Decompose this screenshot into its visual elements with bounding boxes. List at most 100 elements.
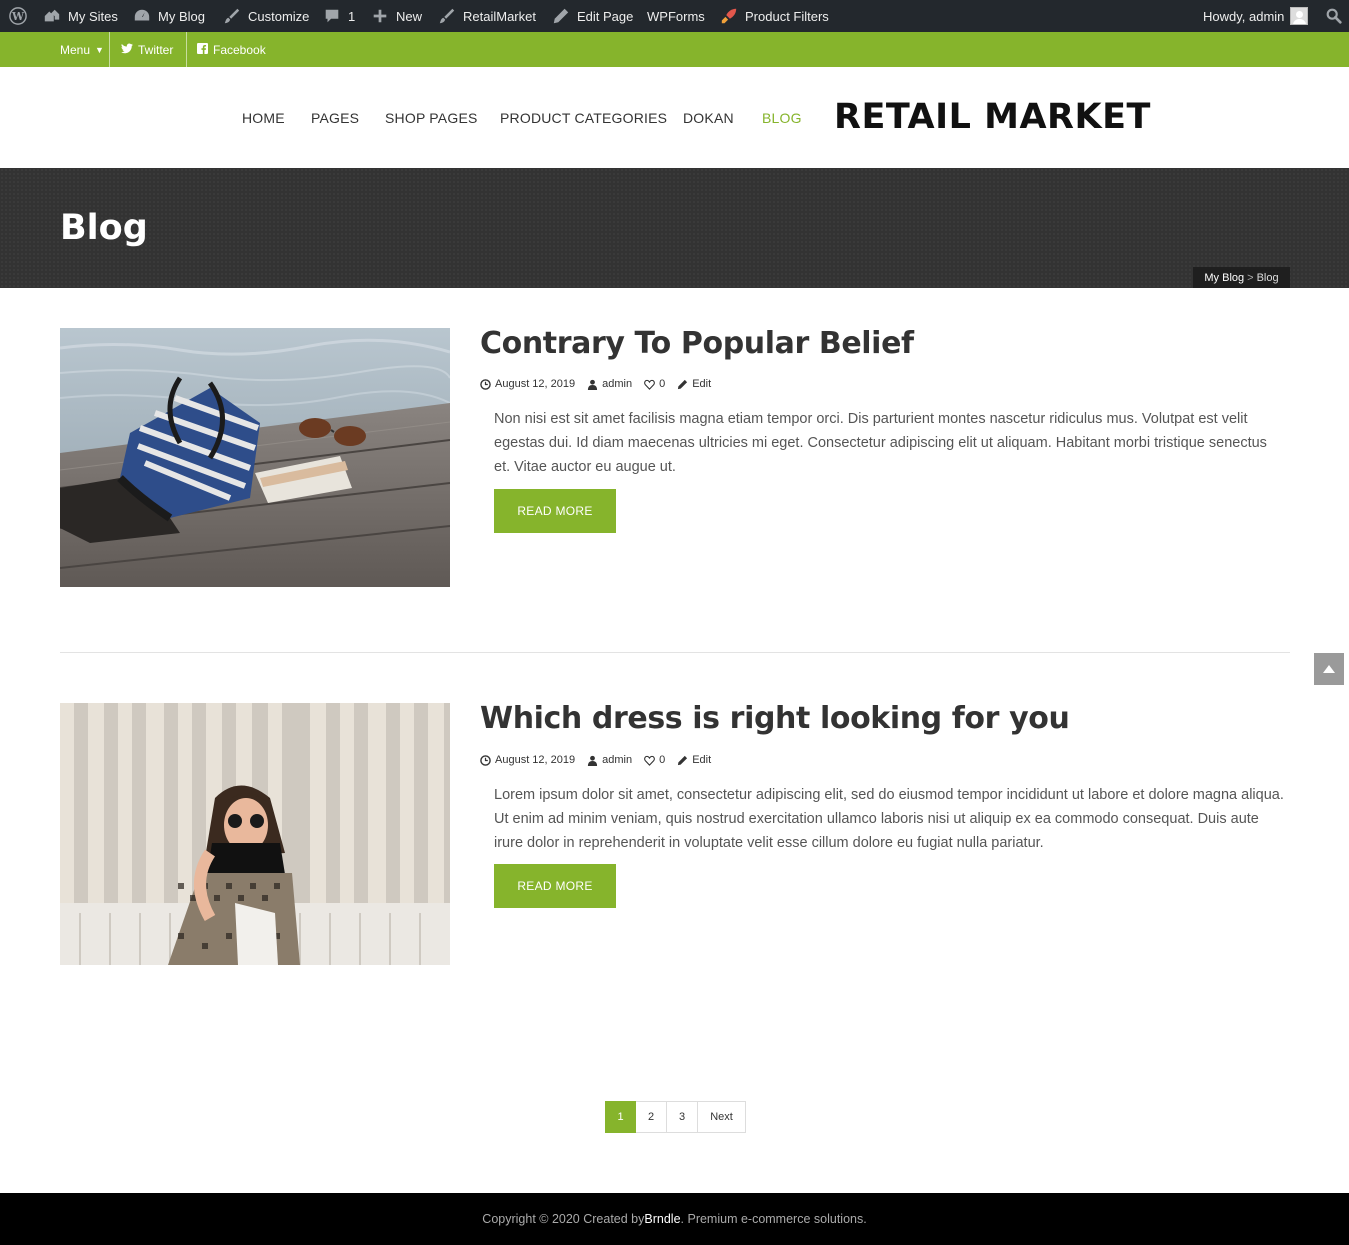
- read-more-button[interactable]: READ MORE: [494, 489, 616, 533]
- my-sites-icon: [42, 6, 62, 26]
- nav-pages[interactable]: PAGES: [311, 110, 359, 126]
- admin-my-sites[interactable]: My Sites: [42, 0, 118, 32]
- post-author[interactable]: admin: [587, 378, 632, 390]
- top-bar: Menu ▼ Twitter Facebook: [0, 32, 1349, 67]
- twitter-icon: [121, 42, 133, 57]
- rocket-icon: [719, 6, 739, 26]
- page-title: Blog: [60, 208, 148, 248]
- post-title[interactable]: Which dress is right looking for you: [480, 701, 1070, 736]
- next-page-button[interactable]: Next: [698, 1101, 746, 1133]
- post-divider: [60, 652, 1290, 653]
- topbar-menu[interactable]: Menu ▼: [60, 32, 104, 67]
- post-date-label: August 12, 2019: [495, 378, 576, 390]
- post-edit-link[interactable]: Edit: [677, 378, 711, 390]
- admin-edit-page[interactable]: Edit Page: [551, 0, 633, 32]
- post-date-label: August 12, 2019: [495, 754, 576, 766]
- post-meta: August 12, 2019 admin 0 Edit: [480, 378, 711, 390]
- post-date[interactable]: August 12, 2019: [480, 378, 575, 390]
- admin-bar: W My Sites My Blog Customize 1 New Retai…: [0, 0, 1349, 32]
- admin-site-name[interactable]: RetailMarket: [437, 0, 536, 32]
- search-icon: [1324, 6, 1344, 26]
- site-header: HOME PAGES SHOP PAGES PRODUCT CATEGORIES…: [0, 67, 1349, 168]
- post-likes-count: 0: [659, 754, 666, 766]
- post-meta: August 12, 2019 admin 0 Edit: [480, 754, 711, 766]
- topbar-divider: [186, 32, 187, 67]
- pencil-icon: [551, 6, 571, 26]
- admin-site-name-label: RetailMarket: [463, 8, 536, 24]
- facebook-icon: [197, 42, 208, 57]
- post-likes[interactable]: 0: [644, 754, 665, 766]
- admin-account[interactable]: Howdy, admin: [1203, 0, 1309, 32]
- plus-icon: [370, 6, 390, 26]
- admin-my-blog[interactable]: My Blog: [132, 0, 205, 32]
- admin-product-filters-label: Product Filters: [745, 8, 829, 24]
- svg-text:W: W: [11, 10, 25, 23]
- user-icon: [588, 379, 598, 390]
- page-3[interactable]: 3: [667, 1101, 698, 1133]
- footer-tagline: . Premium e-commerce solutions.: [680, 1212, 867, 1226]
- post-likes[interactable]: 0: [644, 378, 665, 390]
- nav-product-categories[interactable]: PRODUCT CATEGORIES: [500, 110, 667, 126]
- topbar-divider: [109, 32, 110, 67]
- breadcrumb-current: Blog: [1256, 271, 1279, 284]
- topbar-facebook[interactable]: Facebook: [197, 32, 266, 67]
- read-more-button[interactable]: READ MORE: [494, 864, 616, 908]
- post-thumbnail[interactable]: [60, 703, 450, 965]
- pencil-icon: [678, 379, 688, 389]
- breadcrumb-home[interactable]: My Blog: [1204, 272, 1244, 284]
- site-footer: Copyright © 2020 Created by Brndle . Pre…: [0, 1193, 1349, 1245]
- paintbrush-icon: [437, 6, 457, 26]
- post-edit-label: Edit: [692, 754, 712, 766]
- breadcrumb-separator: >: [1247, 271, 1254, 284]
- post-author[interactable]: admin: [587, 754, 632, 766]
- topbar-menu-label: Menu: [60, 42, 91, 57]
- admin-new[interactable]: New: [370, 0, 422, 32]
- clock-icon: [480, 378, 491, 390]
- admin-howdy-label: Howdy, admin: [1203, 8, 1285, 24]
- post-author-label: admin: [602, 754, 633, 766]
- admin-customize-label: Customize: [248, 8, 310, 24]
- post-image-bag-on-dock: [60, 328, 450, 587]
- admin-wpforms-label: WPForms: [647, 8, 705, 24]
- site-logo[interactable]: RETAIL MARKET: [834, 97, 1151, 137]
- topbar-twitter[interactable]: Twitter: [121, 32, 173, 67]
- admin-comments[interactable]: 1: [322, 0, 355, 32]
- post-edit-label: Edit: [692, 378, 712, 390]
- admin-new-label: New: [396, 8, 423, 24]
- post-thumbnail[interactable]: [60, 328, 450, 587]
- admin-wpforms[interactable]: WPForms: [647, 0, 705, 32]
- post-edit-link[interactable]: Edit: [677, 754, 711, 766]
- post-title[interactable]: Contrary To Popular Belief: [480, 326, 914, 361]
- admin-product-filters[interactable]: Product Filters: [719, 0, 829, 32]
- wordpress-logo[interactable]: W: [8, 0, 28, 32]
- comment-icon: [322, 6, 342, 26]
- breadcrumb: My Blog > Blog: [1193, 267, 1290, 288]
- post-author-label: admin: [602, 378, 633, 390]
- nav-home[interactable]: HOME: [242, 110, 285, 126]
- nav-dokan[interactable]: DOKAN: [683, 110, 734, 126]
- post-excerpt: Non nisi est sit amet facilisis magna et…: [494, 411, 1267, 475]
- admin-comments-count: 1: [348, 8, 356, 24]
- scroll-to-top-button[interactable]: [1314, 653, 1344, 685]
- post-image-woman-sunglasses: [60, 703, 450, 965]
- admin-customize[interactable]: Customize: [222, 0, 309, 32]
- user-icon: [588, 755, 598, 766]
- heart-icon: [644, 755, 655, 766]
- topbar-twitter-label: Twitter: [138, 42, 174, 57]
- dashboard-icon: [132, 6, 152, 26]
- footer-brand-link[interactable]: Brndle: [644, 1212, 680, 1226]
- pencil-icon: [678, 755, 688, 765]
- page-1[interactable]: 1: [605, 1101, 636, 1133]
- nav-blog[interactable]: BLOG: [762, 110, 802, 126]
- chevron-down-icon: ▼: [95, 44, 104, 55]
- caret-up-icon: [1323, 665, 1335, 673]
- pagination: 1 2 3 Next: [605, 1101, 746, 1133]
- admin-edit-page-label: Edit Page: [577, 8, 634, 24]
- post-date[interactable]: August 12, 2019: [480, 754, 575, 766]
- footer-copyright: Copyright © 2020 Created by: [482, 1212, 645, 1226]
- wordpress-icon: W: [8, 6, 28, 26]
- admin-search[interactable]: [1324, 0, 1344, 32]
- post-likes-count: 0: [659, 378, 666, 390]
- nav-shop-pages[interactable]: SHOP PAGES: [385, 110, 478, 126]
- page-2[interactable]: 2: [636, 1101, 667, 1133]
